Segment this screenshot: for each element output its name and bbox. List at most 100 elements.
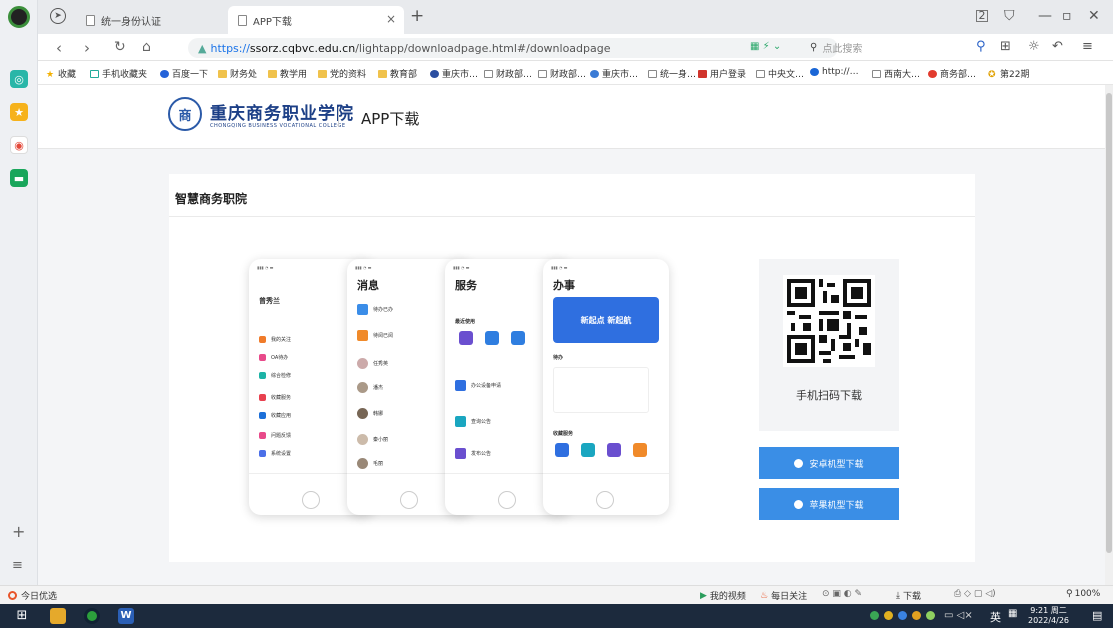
daily-picks[interactable]: 今日优选 <box>8 589 57 602</box>
windows-start-icon[interactable]: ⊞ <box>14 608 30 624</box>
profile-user-name: 曾秀兰 <box>259 297 280 305</box>
phone-title: 办事 <box>553 279 575 292</box>
bookmark-item[interactable]: 用户登录 <box>698 67 746 80</box>
zoom-level[interactable]: ⚲ 100% <box>1066 589 1100 599</box>
bookmark-item[interactable]: 党的资料 <box>318 67 366 80</box>
document-icon <box>238 14 247 26</box>
status-tools-right[interactable]: ⎙ ◇ ▢ ◁) <box>954 589 996 599</box>
tray-icon[interactable] <box>884 611 893 620</box>
browser-logo-icon[interactable] <box>8 6 30 28</box>
android-download-button[interactable]: 安卓机型下载 <box>759 447 899 479</box>
bookmark-item[interactable]: http://… <box>810 67 859 77</box>
message-row: 待阅已阅 <box>357 329 393 341</box>
back-icon[interactable]: ‹ <box>56 39 62 57</box>
search-icon: ⚲ <box>810 42 818 53</box>
tab-label: 统一身份认证 <box>101 16 161 28</box>
search-box[interactable]: ⚲ 点此搜索 <box>810 40 862 55</box>
bookmark-item[interactable]: 重庆市… <box>590 67 638 80</box>
my-video-link[interactable]: ▶ 我的视频 <box>700 589 746 603</box>
site-header: 商 重庆商务职业学院 CHONGQING BUSINESS VOCATIONAL… <box>38 85 1105 149</box>
bookmark-item[interactable]: 财务处 <box>218 67 257 80</box>
service-icon <box>455 447 466 459</box>
navigate-icon[interactable]: ➤ <box>50 8 66 24</box>
weibo-icon[interactable]: ◉ <box>10 136 28 154</box>
page-scrollbar[interactable] <box>1105 85 1113 585</box>
service-icon <box>459 331 473 345</box>
keyboard-icon[interactable]: ▦ <box>1008 608 1017 619</box>
phone-tabbar <box>543 473 669 491</box>
profile-row: 收藏服务 <box>259 391 291 403</box>
close-tab-icon[interactable]: × <box>386 12 396 26</box>
menu-item-icon <box>259 393 266 401</box>
service-icon <box>511 331 525 345</box>
forward-icon[interactable]: › <box>84 39 90 57</box>
file-explorer-icon[interactable] <box>50 608 66 624</box>
settings-icon[interactable]: ☼ <box>1028 39 1040 54</box>
ios-download-button[interactable]: 苹果机型下载 <box>759 488 899 520</box>
reload-icon[interactable]: ↻ <box>114 39 126 55</box>
bookmark-item[interactable]: 教学用 <box>268 67 307 80</box>
bookmark-item[interactable]: 重庆市… <box>430 67 478 80</box>
add-icon[interactable]: + <box>12 522 25 541</box>
menu-icon[interactable]: ≡ <box>12 558 23 573</box>
tray-icon[interactable] <box>898 611 907 620</box>
network-volume-icon[interactable]: ▭ ◁× <box>944 610 973 621</box>
tab-auth[interactable]: 统一身份认证 <box>76 6 226 34</box>
daily-focus-link[interactable]: ♨ 每日关注 <box>760 589 807 603</box>
undo-icon[interactable]: ↶ <box>1052 39 1063 54</box>
notification-icon[interactable]: ▤ <box>1092 609 1102 622</box>
apps-icon[interactable]: ◎ <box>10 70 28 88</box>
status-tools[interactable]: ⊙ ▣ ◐ ✎ <box>822 589 862 599</box>
message-row: 待办已办 <box>357 303 393 315</box>
bookmark-item[interactable]: 西南大… <box>872 67 920 80</box>
search-go-icon[interactable]: ⚲ <box>976 39 986 54</box>
home-button <box>302 491 320 509</box>
folder-icon <box>268 69 277 78</box>
tab-label: APP下载 <box>253 16 292 28</box>
tab-count-icon[interactable]: 2 <box>976 10 988 22</box>
bookmark-item[interactable]: 商务部… <box>928 67 976 80</box>
star-icon: ★ <box>46 69 55 80</box>
tray-icon[interactable] <box>926 611 935 620</box>
clock-time: 9:21 周二 <box>1030 606 1067 615</box>
tab-app-download[interactable]: APP下载 × <box>228 6 404 34</box>
bookmark-item[interactable]: ★ 收藏 <box>46 67 76 81</box>
bookmark-item[interactable]: 手机收藏夹 <box>90 67 147 80</box>
word-icon[interactable]: W <box>118 608 134 624</box>
flame-icon: ♨ <box>760 590 769 601</box>
home-icon[interactable]: ⌂ <box>142 39 151 55</box>
profile-row: 系统设置 <box>259 447 291 459</box>
tray-icon[interactable] <box>912 611 921 620</box>
favorites-star-icon[interactable]: ★ <box>10 103 28 121</box>
scrollbar-thumb[interactable] <box>1106 93 1112 553</box>
zoom-icon: ⚲ <box>1066 589 1073 599</box>
grid-icon[interactable]: ⊞ <box>1000 39 1011 54</box>
close-window-icon[interactable]: ✕ <box>1088 8 1100 24</box>
bookmark-item[interactable]: 统一身… <box>648 67 696 80</box>
extension-icon[interactable]: ▦ ⚡ ⌄ <box>750 41 781 52</box>
bookmark-item[interactable]: 财政部… <box>538 67 586 80</box>
shirt-icon[interactable]: ⛉ <box>1004 8 1015 24</box>
bookmark-item[interactable]: ✪ 第22期 <box>988 67 1029 81</box>
tray-icon[interactable] <box>870 611 879 620</box>
new-tab-icon[interactable]: + <box>410 6 424 26</box>
menu-icon[interactable]: ≡ <box>1082 39 1093 54</box>
restore-icon[interactable]: ▫ <box>1062 8 1072 24</box>
browser-taskbar-icon[interactable] <box>84 608 100 624</box>
home-button <box>596 491 614 509</box>
ime-indicator[interactable]: 英 <box>990 609 1001 625</box>
url-field[interactable]: ▲ https://ssorz.cqbvc.edu.cn/lightapp/do… <box>188 38 838 58</box>
bookmark-item[interactable]: 中央文… <box>756 67 804 80</box>
mail-icon[interactable]: ▬ <box>10 169 28 187</box>
service-icon <box>455 415 466 427</box>
clock[interactable]: 9:21 周二 2022/4/26 <box>1028 606 1069 626</box>
menu-item-icon <box>259 411 266 419</box>
video-icon: ▶ <box>700 590 707 601</box>
bookmark-item[interactable]: 百度一下 <box>160 67 208 80</box>
card-divider <box>169 216 975 217</box>
home-button <box>400 491 418 509</box>
download-link[interactable]: ⤓ 下载 <box>896 589 921 603</box>
bookmark-item[interactable]: 财政部… <box>484 67 532 80</box>
bookmark-item[interactable]: 教育部 <box>378 67 417 80</box>
minimize-icon[interactable]: — <box>1038 8 1052 24</box>
